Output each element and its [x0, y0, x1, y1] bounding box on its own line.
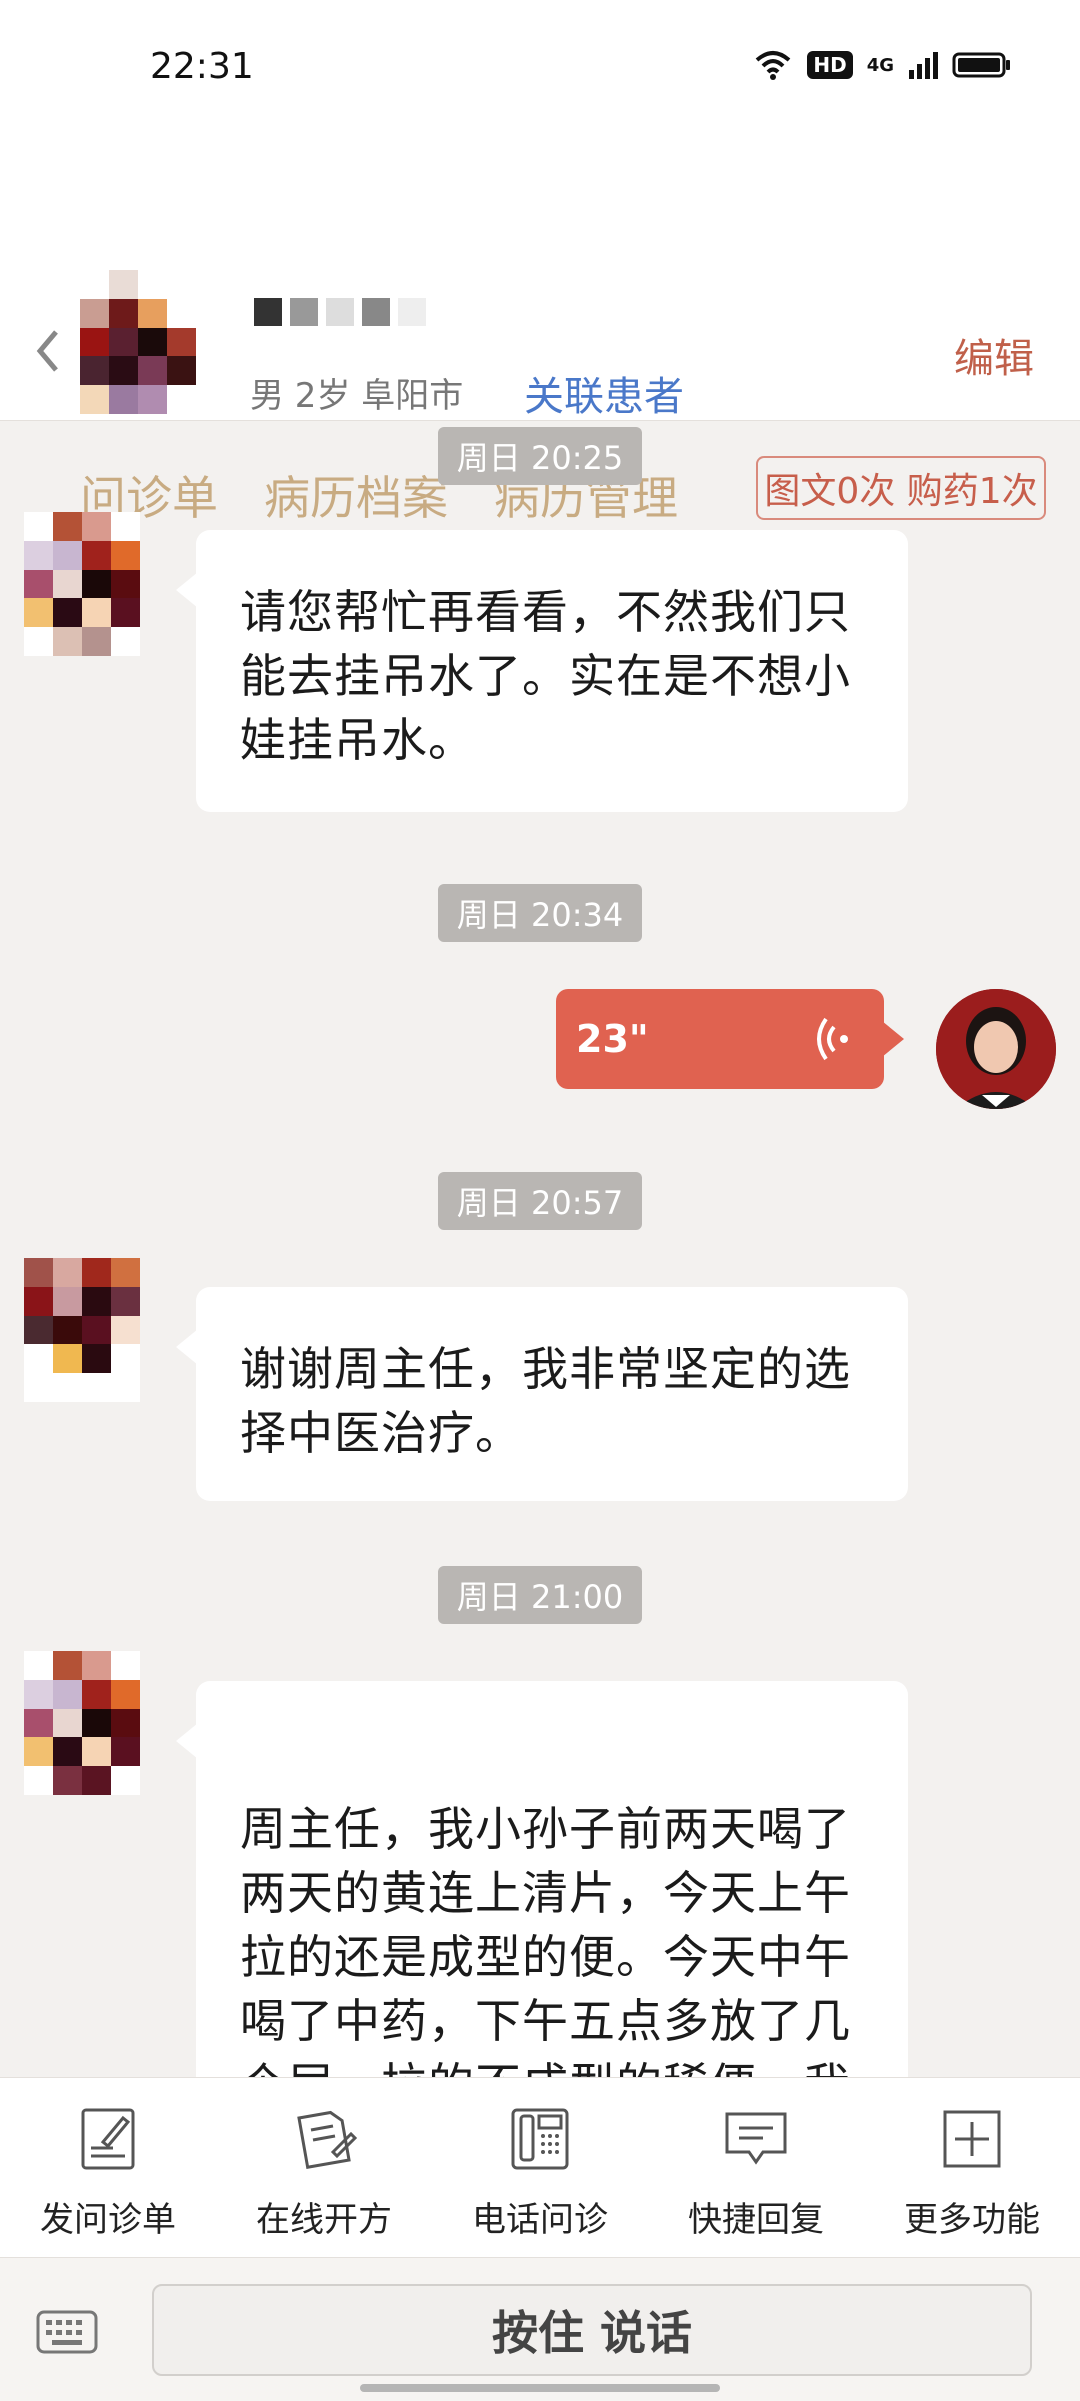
edit-button[interactable]: 编辑 [954, 326, 1034, 384]
func-label: 更多功能 [904, 2200, 1040, 2240]
message-bubble[interactable]: 请您帮忙再看看，不然我们只能去挂吊水了。实在是不想小娃挂吊水。 [176, 530, 908, 812]
chat-reply-icon [725, 2112, 787, 2165]
func-label: 电话问诊 [472, 2200, 608, 2240]
patient-avatar[interactable] [24, 1258, 140, 1402]
phone-consult-button[interactable]: 电话问诊 [432, 2078, 648, 2258]
patient-avatar[interactable] [24, 512, 140, 656]
doctor-avatar[interactable] [936, 989, 1056, 1109]
hold-to-talk-button[interactable]: 按住 说话 [152, 2284, 1032, 2376]
wifi-icon [756, 51, 791, 80]
patient-header: 男 2岁 阜阳市 关联患者 编辑 问诊单 病历档案 病历管理 图文0次 购药1次 [0, 130, 1080, 525]
voice-wave-icon [817, 1017, 848, 1061]
signal-icon [909, 52, 938, 79]
patient-avatar[interactable] [80, 270, 196, 414]
send-consult-form-button[interactable]: 发问诊单 [0, 2078, 216, 2258]
hd-badge: HD [807, 51, 853, 79]
func-label: 发问诊单 [40, 2200, 176, 2240]
voice-message-bubble[interactable]: 23" [556, 989, 904, 1089]
message-bubble[interactable]: 周主任，我小孙子前两天喝了两天的黄连上清片，今天上午拉的还是成型的便。今天中午喝… [176, 1681, 908, 2077]
timestamp: 周日 20:57 [438, 1172, 642, 1230]
network-label: 4G [866, 54, 894, 76]
timestamp: 周日 20:34 [438, 884, 642, 942]
input-bar: 按住 说话 [0, 2257, 1080, 2401]
online-prescription-button[interactable]: 在线开方 [216, 2078, 432, 2258]
status-time: 22:31 [150, 46, 254, 87]
battery-icon [952, 52, 1010, 78]
patient-avatar[interactable] [24, 1651, 140, 1795]
func-label: 快捷回复 [688, 2200, 824, 2240]
plus-square-icon [943, 2110, 1001, 2168]
status-bar: 22:31 HD 4G [0, 0, 1080, 130]
phone-icon [511, 2108, 569, 2170]
func-label: 在线开方 [256, 2200, 392, 2240]
function-bar: 发问诊单 在线开方 电话问诊 快捷回复 更多功能 [0, 2077, 1080, 2258]
quick-reply-button[interactable]: 快捷回复 [648, 2078, 864, 2258]
message-bubble[interactable]: 谢谢周主任，我非常坚定的选择中医治疗。 [176, 1287, 908, 1501]
patient-name-mosaic [254, 298, 426, 326]
chat-area[interactable]: 周日 20:25 请您帮忙再看看，不然我们只能去挂吊水了。实在是不想小娃挂吊水。… [0, 421, 1080, 2077]
timestamp: 周日 21:00 [438, 1566, 642, 1624]
form-pen-icon [81, 2108, 135, 2170]
link-patient-button[interactable]: 关联患者 [524, 364, 684, 422]
keyboard-icon[interactable] [36, 2308, 98, 2356]
status-icons: HD 4G [753, 50, 1012, 80]
patient-meta: 男 2岁 阜阳市 [250, 376, 464, 416]
back-icon[interactable] [34, 326, 64, 376]
timestamp: 周日 20:25 [438, 427, 642, 485]
prescription-icon [297, 2110, 358, 2170]
home-indicator[interactable] [360, 2384, 720, 2392]
voice-duration: 23" [576, 1017, 649, 1061]
more-functions-button[interactable]: 更多功能 [864, 2078, 1080, 2258]
